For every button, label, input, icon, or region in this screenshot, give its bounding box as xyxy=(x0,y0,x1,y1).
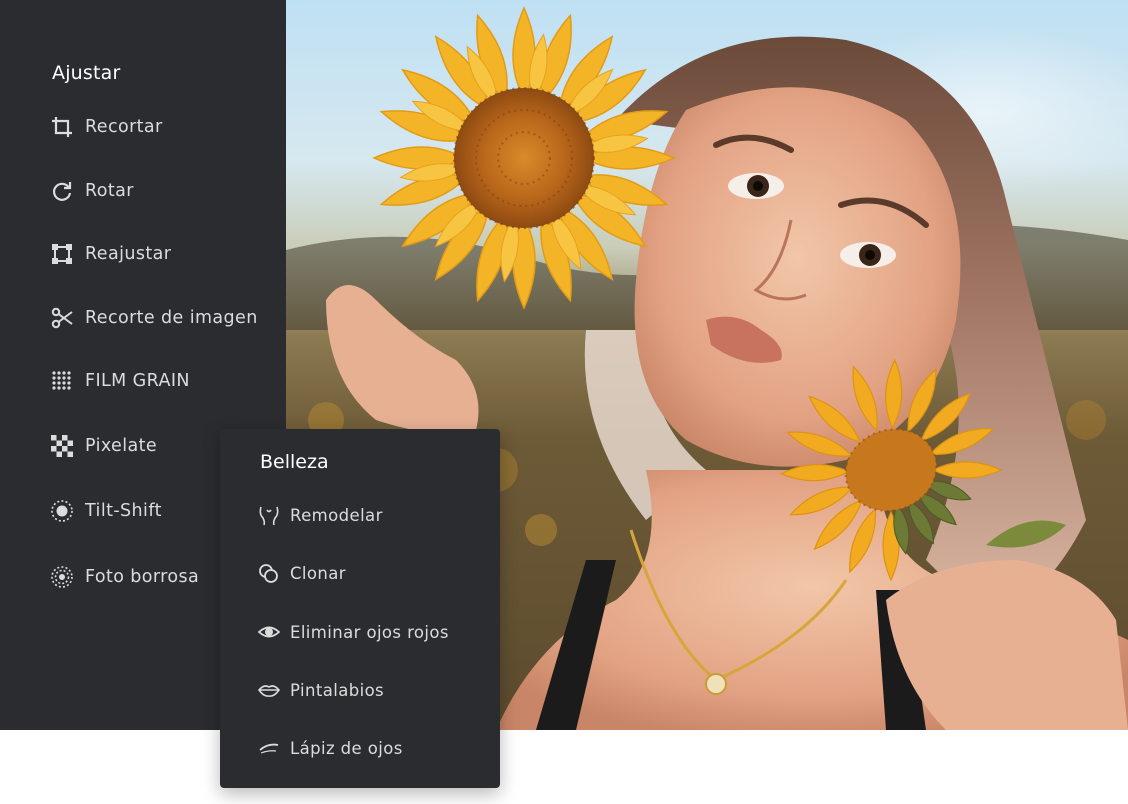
scissors-icon xyxy=(50,306,74,330)
menu-item-blur[interactable]: Foto borrosa xyxy=(50,562,199,592)
menu-item-label: Reajustar xyxy=(85,244,172,264)
beauty-item-red-eye[interactable]: Eliminar ojos rojos xyxy=(258,618,449,646)
rotate-icon xyxy=(50,179,74,203)
beauty-item-label: Pintalabios xyxy=(290,680,385,700)
beauty-panel: Belleza Remodelar Clonar Eliminar ojos r… xyxy=(220,429,500,788)
menu-item-cutout[interactable]: Recorte de imagen xyxy=(50,303,258,333)
eyeliner-icon xyxy=(258,737,280,759)
adjust-panel-title: Ajustar xyxy=(52,62,121,84)
pixelate-icon xyxy=(50,434,74,458)
menu-item-resize[interactable]: Reajustar xyxy=(50,239,171,269)
beauty-item-label: Remodelar xyxy=(290,505,383,525)
beauty-item-label: Lápiz de ojos xyxy=(290,738,403,758)
menu-item-label: Tilt-Shift xyxy=(85,501,162,521)
menu-item-rotate[interactable]: Rotar xyxy=(50,176,134,206)
menu-item-label: Foto borrosa xyxy=(85,567,200,587)
lips-icon xyxy=(258,679,280,701)
beauty-item-eyeliner[interactable]: Lápiz de ojos xyxy=(258,734,403,762)
beauty-panel-title: Belleza xyxy=(260,451,329,473)
blur-icon xyxy=(50,565,74,589)
menu-item-tilt-shift[interactable]: Tilt-Shift xyxy=(50,496,162,526)
crop-icon xyxy=(50,115,74,139)
menu-item-label: FILM GRAIN xyxy=(85,371,190,391)
menu-item-pixelate[interactable]: Pixelate xyxy=(50,431,157,461)
reshape-icon xyxy=(258,504,280,526)
menu-item-label: Recorte de imagen xyxy=(85,308,258,328)
menu-item-crop[interactable]: Recortar xyxy=(50,112,163,142)
menu-item-label: Recortar xyxy=(85,117,163,137)
resize-icon xyxy=(50,242,74,266)
beauty-item-reshape[interactable]: Remodelar xyxy=(258,501,383,529)
eye-icon xyxy=(258,621,280,643)
beauty-item-clone[interactable]: Clonar xyxy=(258,559,346,587)
beauty-item-label: Eliminar ojos rojos xyxy=(290,622,449,642)
menu-item-label: Rotar xyxy=(85,181,134,201)
clone-icon xyxy=(258,562,280,584)
film-grain-icon xyxy=(50,369,74,393)
tilt-shift-icon xyxy=(50,499,74,523)
menu-item-film-grain[interactable]: FILM GRAIN xyxy=(50,366,190,396)
beauty-item-lipstick[interactable]: Pintalabios xyxy=(258,676,384,704)
beauty-item-label: Clonar xyxy=(290,563,346,583)
menu-item-label: Pixelate xyxy=(85,436,158,456)
